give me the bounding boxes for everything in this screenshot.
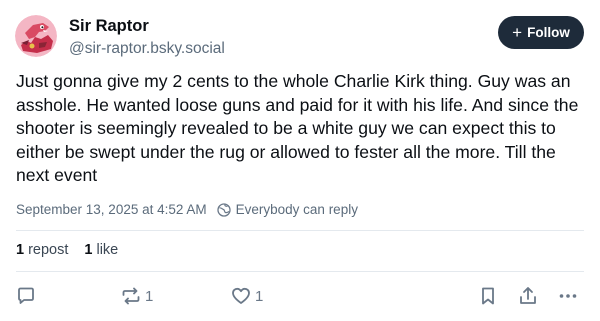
reposts-label: repost — [28, 242, 69, 258]
post-meta: September 13, 2025 at 4:52 AM Everybody … — [16, 202, 358, 217]
reply-setting-label: Everybody can reply — [235, 202, 358, 217]
author-display-name[interactable]: Sir Raptor — [69, 17, 149, 36]
reposts-count: 1 — [16, 242, 25, 258]
follow-button-label: Follow — [527, 25, 570, 40]
engagement-stats: 1 repost 1 like — [16, 242, 134, 258]
bookmark-button[interactable] — [477, 284, 499, 308]
bookmark-icon — [482, 287, 494, 305]
heart-icon — [232, 287, 250, 304]
follow-button[interactable]: + Follow — [498, 16, 584, 49]
raptor-avatar-icon — [15, 15, 57, 57]
likes-label: like — [96, 242, 119, 258]
plus-icon: + — [512, 23, 523, 42]
like-button[interactable]: 1 — [230, 284, 263, 308]
author-handle[interactable]: @sir-raptor.bsky.social — [69, 40, 225, 58]
post-text: Just gonna give my 2 cents to the whole … — [16, 71, 579, 185]
comment-icon — [18, 287, 34, 304]
like-count: 1 — [255, 287, 264, 305]
post-timestamp[interactable]: September 13, 2025 at 4:52 AM — [16, 202, 207, 217]
share-button[interactable] — [517, 284, 539, 308]
reply-button[interactable] — [15, 284, 37, 308]
divider — [16, 271, 584, 272]
reposts-stat[interactable]: 1 repost — [16, 242, 68, 258]
reply-setting: Everybody can reply — [216, 202, 358, 217]
likes-count: 1 — [84, 242, 93, 258]
post-card: Sir Raptor @sir-raptor.bsky.social + Fol… — [0, 0, 600, 321]
repost-icon — [122, 287, 140, 305]
repost-button[interactable]: 1 — [120, 284, 153, 308]
globe-icon — [216, 202, 231, 217]
avatar[interactable] — [15, 15, 57, 57]
divider — [16, 230, 584, 231]
repost-count: 1 — [145, 287, 154, 305]
more-options-button[interactable] — [557, 284, 579, 308]
likes-stat[interactable]: 1 like — [84, 242, 118, 258]
more-icon — [559, 294, 577, 298]
share-icon — [520, 287, 536, 304]
